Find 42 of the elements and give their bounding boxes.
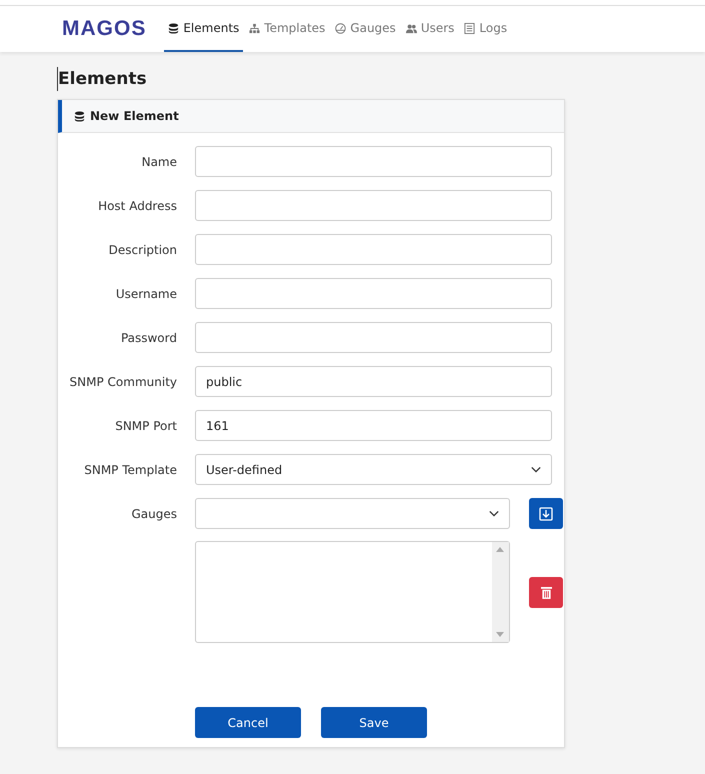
- field-label: Host Address: [97, 198, 177, 212]
- field-label: Name: [140, 154, 177, 168]
- field-label: Gauges: [130, 506, 177, 520]
- nav-tab[interactable]: Elements: [164, 6, 244, 52]
- logo: MAGOS: [62, 17, 146, 41]
- delete-button[interactable]: [529, 576, 563, 608]
- chevron-icon: [531, 466, 541, 473]
- field-label: SNMP Port: [114, 418, 177, 432]
- users-icon: [406, 22, 417, 34]
- download-icon: [539, 506, 553, 520]
- card-title: New Element: [90, 109, 179, 123]
- database-icon: [168, 22, 180, 34]
- gauge-icon: [335, 22, 346, 34]
- input-field[interactable]: 161: [195, 410, 552, 441]
- save-button[interactable]: Save: [321, 707, 427, 738]
- page-heading: Elements: [57, 67, 705, 91]
- cancel-button[interactable]: Cancel: [195, 707, 301, 738]
- input-field[interactable]: [195, 190, 552, 221]
- scrollbar[interactable]: [492, 542, 509, 642]
- input-field[interactable]: public: [195, 366, 552, 397]
- input-field[interactable]: [195, 234, 552, 265]
- field-label: Username: [114, 286, 177, 300]
- nav-tab[interactable]: Gauges: [331, 6, 400, 52]
- field-label: Description: [108, 242, 177, 256]
- trash-icon: [540, 586, 552, 598]
- add-button[interactable]: [529, 498, 563, 529]
- sitemap-icon: [249, 22, 260, 34]
- select-field[interactable]: User-defined: [195, 454, 552, 485]
- chevron-icon: [489, 510, 499, 517]
- field-label: SNMP Community: [68, 374, 177, 388]
- field-label: SNMP Template: [83, 462, 177, 476]
- list-box[interactable]: [195, 541, 510, 643]
- input-field[interactable]: [195, 146, 552, 177]
- input-field[interactable]: [195, 322, 552, 353]
- database-icon: [74, 110, 85, 122]
- select-field[interactable]: [195, 498, 510, 529]
- field-label: Password: [120, 330, 177, 344]
- input-field[interactable]: [195, 278, 552, 309]
- nav-tab[interactable]: Templates: [245, 6, 330, 52]
- list-icon: [464, 22, 476, 34]
- nav-tab[interactable]: Users: [402, 6, 458, 52]
- nav-tab[interactable]: Logs: [460, 6, 512, 52]
